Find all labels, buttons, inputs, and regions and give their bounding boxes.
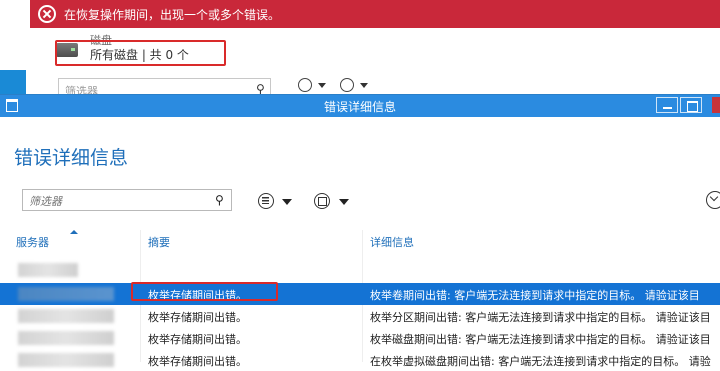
expand-chevron-icon[interactable] (706, 191, 720, 209)
column-header-summary[interactable]: 摘要 (148, 234, 170, 250)
server-name-redacted (18, 331, 114, 345)
close-button[interactable] (712, 97, 720, 113)
save-query-icon[interactable] (340, 78, 354, 92)
list-options-icon[interactable] (258, 193, 274, 209)
chevron-down-icon[interactable] (360, 83, 368, 88)
table-row[interactable]: 枚举存储期间出错。 枚举分区期间出错: 客户端无法连接到请求中指定的目标。 请验… (0, 305, 720, 327)
table-row[interactable]: 枚举存储期间出错。 在枚举虚拟磁盘期间出错: 客户端无法连接到请求中指定的目标。… (0, 349, 720, 371)
search-icon[interactable]: ⚲ (215, 193, 224, 207)
cell-summary: 枚举存储期间出错。 (148, 355, 247, 368)
server-name-redacted (18, 309, 114, 323)
cell-details: 枚举分区期间出错: 客户端无法连接到请求中指定的目标。 请验证该目 (370, 311, 711, 324)
filter-box[interactable]: ⚲ (22, 189, 232, 212)
highlight-box-summary (131, 282, 278, 301)
server-name-redacted (18, 287, 114, 301)
dialog-heading: 错误详细信息 (14, 147, 129, 169)
cell-details: 在枚举虚拟磁盘期间出错: 客户端无法连接到请求中指定的目标。 请验 (370, 355, 711, 368)
table-row[interactable]: 枚举存储期间出错。 枚举磁盘期间出错: 客户端无法连接到请求中指定的目标。 请验… (0, 327, 720, 349)
column-header-details[interactable]: 详细信息 (370, 234, 414, 250)
chevron-down-icon[interactable] (282, 199, 292, 205)
maximize-button[interactable] (680, 97, 702, 113)
dialog-titlebar[interactable]: 错误详细信息 (0, 95, 720, 117)
column-header-server[interactable]: 服务器 (16, 234, 49, 250)
table-row-blank (0, 259, 720, 281)
table-row[interactable]: 枚举存储期间出错。 枚举卷期间出错: 客户端无法连接到请求中指定的目标。 请验证… (0, 283, 720, 305)
highlight-box-disks (55, 40, 226, 66)
error-details-dialog: 错误详细信息 错误详细信息 ⚲ 服务器 摘要 详细信息 枚举存储期间出错。 枚举… (0, 94, 720, 371)
minimize-button[interactable] (656, 97, 678, 113)
background-window: 在恢复操作期间，出现一个或多个错误。 磁盘 所有磁盘 | 共 0 个 筛选器 ⚲ (0, 0, 720, 100)
chevron-down-icon[interactable] (318, 83, 326, 88)
server-name-redacted (18, 353, 114, 367)
save-query-icon[interactable] (314, 193, 330, 209)
cell-summary: 枚举存储期间出错。 (148, 311, 247, 324)
chevron-down-icon[interactable] (339, 199, 349, 205)
error-banner-text: 在恢复操作期间，出现一个或多个错误。 (64, 7, 281, 22)
error-banner[interactable]: 在恢复操作期间，出现一个或多个错误。 (30, 0, 720, 28)
sort-ascending-icon (70, 230, 78, 234)
filter-input[interactable] (23, 191, 203, 212)
cell-summary: 枚举存储期间出错。 (148, 333, 247, 346)
window-title: 错误详细信息 (323, 100, 396, 114)
left-nav-strip (0, 70, 26, 96)
list-options-icon[interactable] (298, 78, 312, 92)
error-icon (38, 5, 56, 23)
cell-details: 枚举磁盘期间出错: 客户端无法连接到请求中指定的目标。 请验证该目 (370, 333, 711, 346)
server-name-redacted (18, 263, 78, 277)
cell-details: 枚举卷期间出错: 客户端无法连接到请求中指定的目标。 请验证该目 (370, 289, 700, 302)
